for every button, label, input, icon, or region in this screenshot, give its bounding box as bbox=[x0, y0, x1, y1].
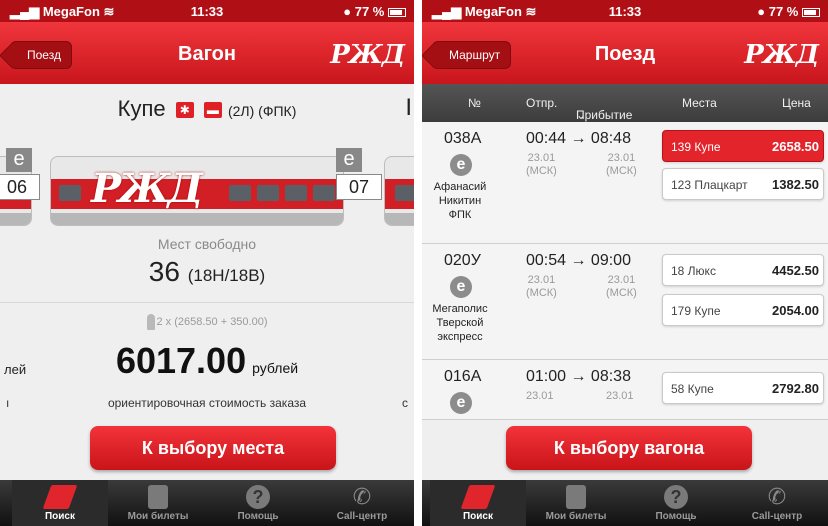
rzd-logo: РЖД bbox=[330, 40, 405, 70]
tab-my-tickets[interactable]: Мои билеты bbox=[110, 480, 206, 526]
cut-off-text: c bbox=[402, 396, 408, 410]
train-times: 00:44 → 08:48 bbox=[526, 130, 631, 147]
depart-date: 23.01 (МСК) bbox=[526, 274, 557, 299]
status-bar: ▂▄▆ MegaFon ≋ 11:33 ● 77 % bbox=[422, 0, 828, 22]
cost-note: ориентировочная стоимость заказа bbox=[107, 396, 307, 410]
tab-search[interactable]: Поиск bbox=[12, 480, 108, 526]
status-bar: ▂▄▆ MegaFon ≋ 11:33 ● 77 % bbox=[0, 0, 414, 22]
tab-search[interactable]: Поиск bbox=[430, 480, 526, 526]
e-ticket-icon: e bbox=[450, 276, 472, 298]
tab-my-tickets[interactable]: Мои билеты bbox=[528, 480, 624, 526]
seat-option[interactable]: 123 Плацкарт 1382.50 bbox=[662, 168, 824, 200]
tab-help[interactable]: ? Помощь bbox=[628, 480, 724, 526]
tab-call-center[interactable]: ✆ Call-центр bbox=[728, 480, 826, 526]
free-seats-label: Мест свободно bbox=[157, 236, 257, 252]
train-row[interactable]: 016А e 01:00 → 08:38 23.01 23.01 58 Купе… bbox=[422, 360, 828, 420]
train-number: 016А bbox=[444, 368, 482, 385]
battery-indicator: ● 77 % bbox=[757, 4, 820, 19]
e-ticket-icon: e bbox=[450, 154, 472, 176]
total-price: 6017.00 рублей bbox=[115, 340, 299, 381]
train-number: 038А bbox=[444, 130, 482, 147]
screen-divider bbox=[414, 0, 422, 526]
col-depart[interactable]: Отпр. bbox=[526, 96, 557, 110]
seat-option[interactable]: 179 Купе 2054.00 bbox=[662, 294, 824, 326]
depart-date: 23.01 bbox=[526, 390, 554, 402]
tab-bar: Поиск Мои билеты ? Помощь ✆ Call-центр bbox=[0, 480, 414, 526]
train-number: 020У bbox=[444, 252, 481, 269]
dining-icon: ✱ bbox=[175, 102, 194, 119]
depart-date: 23.01 (МСК) bbox=[526, 152, 557, 177]
seat-option[interactable]: 58 Купе 2792.80 bbox=[662, 372, 824, 404]
passenger-icon bbox=[146, 314, 155, 330]
arrive-date: 23.01 (МСК) bbox=[606, 152, 637, 177]
next-wagon[interactable] bbox=[384, 156, 414, 226]
e-ticket-icon: e bbox=[450, 392, 472, 414]
nav-bar: Поезд Вагон РЖД bbox=[0, 22, 414, 84]
bed-icon: ▬ bbox=[203, 102, 222, 119]
help-icon: ? bbox=[664, 485, 688, 509]
train-name: Мегаполис Тверской экспресс bbox=[432, 303, 488, 343]
phone-icon: ✆ bbox=[352, 484, 372, 509]
tab-call-center[interactable]: ✆ Call-центр bbox=[312, 480, 412, 526]
wagon-screen: ▂▄▆ MegaFon ≋ 11:33 ● 77 % Поезд Вагон Р… bbox=[0, 0, 414, 526]
price-formula: 2 x (2658.50 + 350.00) bbox=[0, 314, 414, 330]
col-seats[interactable]: Места bbox=[682, 96, 717, 110]
divider bbox=[0, 302, 414, 303]
tickets-icon bbox=[148, 485, 168, 509]
train-row[interactable]: 038А e Афанасий Никитин ФПК 00:44 → 08:48 … bbox=[422, 122, 828, 244]
seat-option[interactable]: 139 Купе 2658.50 bbox=[662, 130, 824, 162]
train-list-screen: ▂▄▆ MegaFon ≋ 11:33 ● 77 % Маршрут Поезд… bbox=[422, 0, 828, 526]
prev-wagon-number: 06 bbox=[0, 174, 40, 200]
wagon-diagram[interactable]: e 06 РЖД e 07 bbox=[0, 138, 414, 228]
choose-wagon-button[interactable]: К выбору вагона bbox=[506, 426, 752, 470]
train-name: Афанасий Никитин ФПК bbox=[433, 181, 487, 221]
help-icon: ? bbox=[246, 485, 270, 509]
rzd-logo: РЖД bbox=[744, 40, 819, 70]
car-type-title: Купе ✱ ▬ (2Л) (ФПК) bbox=[117, 96, 297, 121]
nav-bar: Маршрут Поезд РЖД bbox=[422, 22, 828, 84]
next-car-title-cut: I bbox=[405, 94, 412, 121]
train-row[interactable]: 020У e Мегаполис Тверской экспресс 00:54 →… bbox=[422, 244, 828, 360]
wagon-logo: РЖД bbox=[91, 165, 203, 212]
current-wagon[interactable]: РЖД bbox=[50, 156, 344, 226]
tickets-icon bbox=[566, 485, 586, 509]
arrive-date: 23.01 (МСК) bbox=[606, 274, 637, 299]
battery-icon bbox=[802, 8, 820, 18]
phone-icon: ✆ bbox=[767, 484, 787, 509]
tab-bar: Поиск Мои билеты ? Помощь ✆ Call-центр bbox=[422, 480, 828, 526]
column-header: № Отпр. Прибытие ⌄ Места Цена bbox=[422, 84, 828, 122]
search-icon bbox=[42, 485, 78, 509]
seat-option[interactable]: 18 Люкс 4452.50 bbox=[662, 254, 824, 286]
col-price[interactable]: Цена bbox=[782, 96, 811, 110]
tab-help[interactable]: ? Помощь bbox=[210, 480, 306, 526]
battery-indicator: ● 77 % bbox=[343, 4, 406, 19]
train-times: 01:00 → 08:38 bbox=[526, 368, 631, 385]
arrive-date: 23.01 bbox=[606, 390, 634, 402]
col-number[interactable]: № bbox=[468, 96, 481, 110]
sort-chevron-icon: ⌄ bbox=[576, 108, 587, 122]
e-ticket-icon: e bbox=[6, 148, 32, 172]
free-seats-count: 36 (18Н/18В) bbox=[148, 256, 266, 287]
next-wagon-number: 07 bbox=[336, 174, 382, 200]
search-icon bbox=[460, 485, 496, 509]
choose-seat-button[interactable]: К выбору места bbox=[90, 426, 336, 470]
battery-icon bbox=[388, 8, 406, 18]
train-times: 00:54 → 09:00 bbox=[526, 252, 631, 269]
e-ticket-icon: e bbox=[336, 148, 362, 172]
